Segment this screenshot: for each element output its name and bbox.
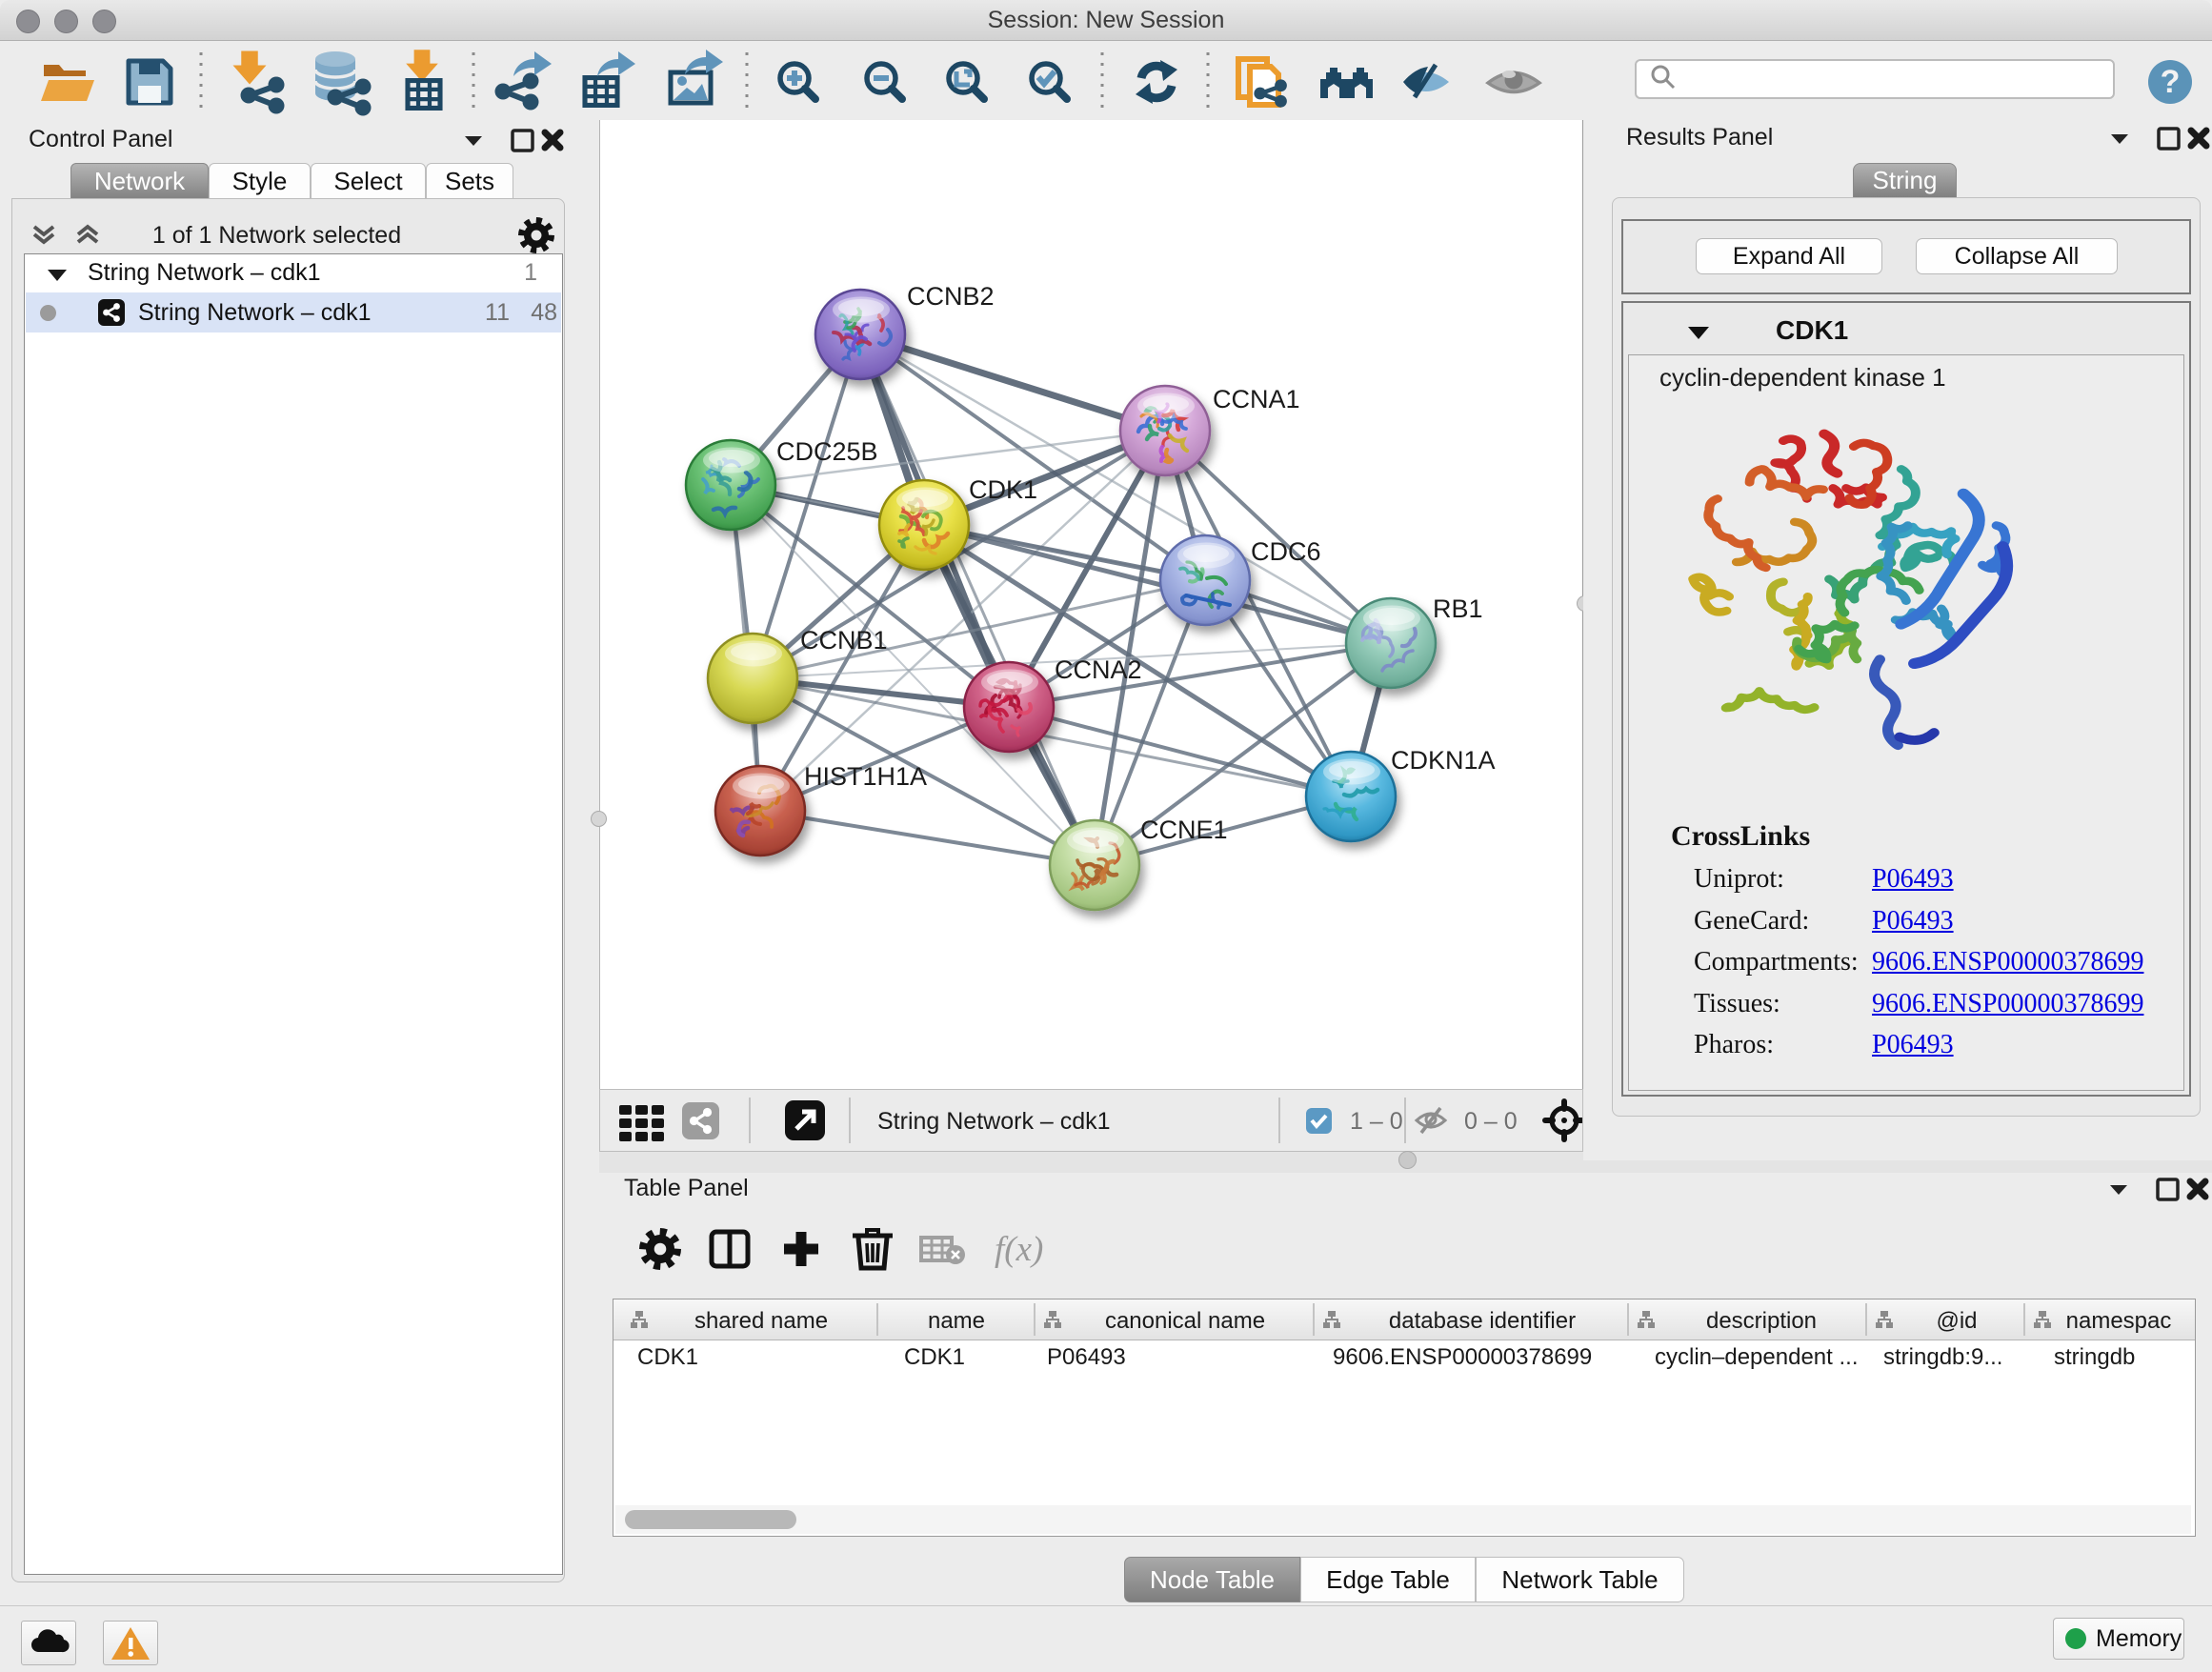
- svg-text:CDK1: CDK1: [969, 475, 1037, 504]
- svg-text:CCNB1: CCNB1: [800, 626, 888, 655]
- svg-text:f(x): f(x): [995, 1230, 1043, 1269]
- svg-text:HIST1H1A: HIST1H1A: [804, 762, 927, 791]
- svg-text:namespac: namespac: [2066, 1308, 2172, 1334]
- svg-text:P06493: P06493: [1047, 1344, 1126, 1370]
- svg-text:CDC25B: CDC25B: [776, 437, 878, 466]
- svg-text:0 – 0: 0 – 0: [1464, 1108, 1518, 1135]
- svg-text:cyclin–dependent ...: cyclin–dependent ...: [1655, 1344, 1858, 1370]
- svg-text:database identifier: database identifier: [1389, 1308, 1576, 1334]
- svg-text:shared name: shared name: [694, 1308, 828, 1334]
- svg-text:@id: @id: [1936, 1308, 1977, 1334]
- svg-text:9606.ENSP00000378699: 9606.ENSP00000378699: [1333, 1344, 1592, 1370]
- svg-text:CDK1: CDK1: [904, 1344, 965, 1370]
- svg-text:stringdb:9...: stringdb:9...: [1883, 1344, 2002, 1370]
- svg-text:name: name: [928, 1308, 985, 1334]
- svg-text:CCNB2: CCNB2: [907, 282, 995, 311]
- svg-text:canonical name: canonical name: [1105, 1308, 1265, 1334]
- svg-text:CDC6: CDC6: [1251, 537, 1321, 566]
- svg-text:CCNA2: CCNA2: [1055, 655, 1142, 684]
- svg-text:stringdb: stringdb: [2054, 1344, 2135, 1370]
- svg-text:1 – 0: 1 – 0: [1350, 1108, 1403, 1135]
- svg-text:description: description: [1706, 1308, 1817, 1334]
- svg-text:?: ?: [2161, 64, 2181, 100]
- svg-text:CCNA1: CCNA1: [1213, 385, 1300, 413]
- svg-text:RB1: RB1: [1433, 594, 1483, 623]
- svg-text:CCNE1: CCNE1: [1140, 816, 1228, 844]
- svg-text:String Network – cdk1: String Network – cdk1: [877, 1108, 1111, 1135]
- svg-text:CDK1: CDK1: [637, 1344, 698, 1370]
- svg-text:CDKN1A: CDKN1A: [1391, 746, 1496, 775]
